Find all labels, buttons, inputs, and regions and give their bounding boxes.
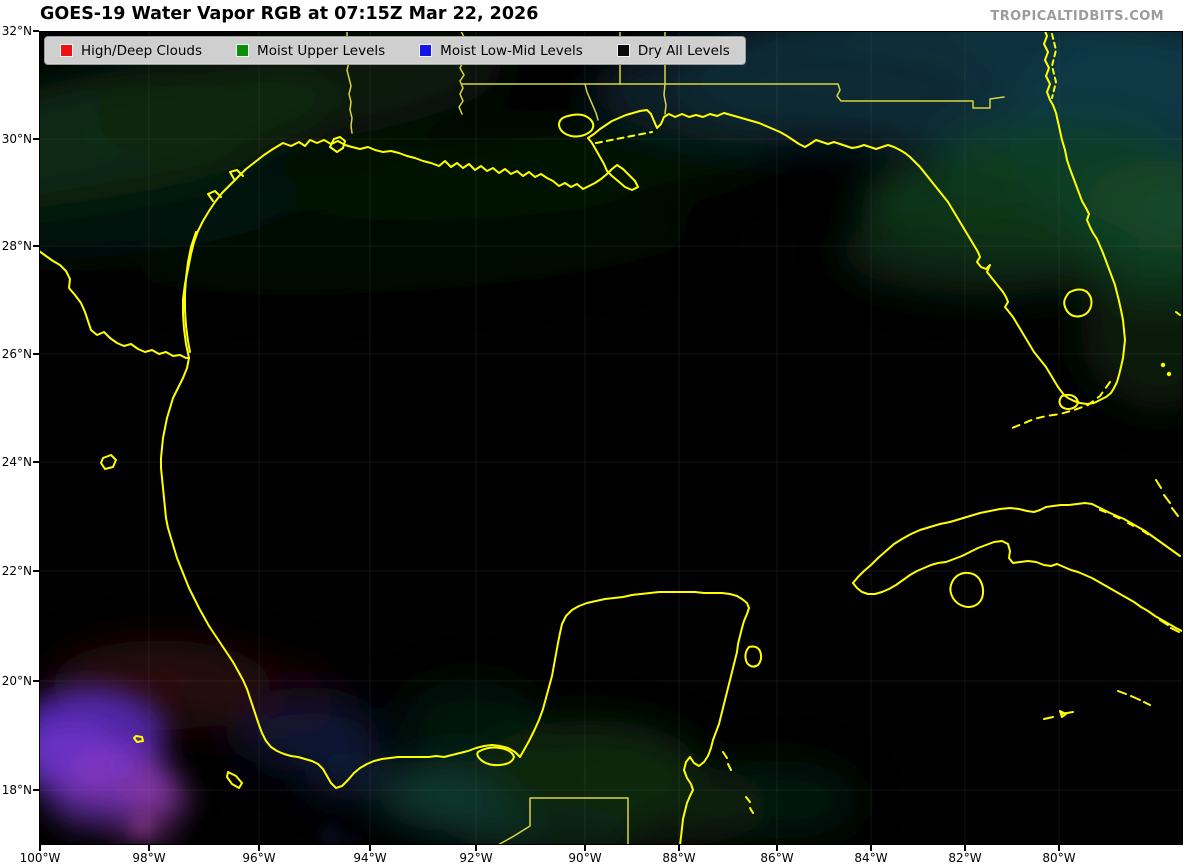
lat-tick-label: 20°N (1, 674, 32, 688)
lon-tick-mark (258, 845, 260, 851)
lat-tick-mark (33, 789, 39, 791)
lat-tick-mark (33, 461, 39, 463)
lat-tick-label: 32°N (1, 24, 32, 38)
lon-tick-mark (148, 845, 150, 851)
lon-tick-label: 84°W (854, 851, 888, 865)
lat-tick-mark (33, 30, 39, 32)
lon-tick-mark (678, 845, 680, 851)
legend-swatch-icon (60, 44, 73, 57)
legend-item-2: Moist Low-Mid Levels (419, 43, 583, 59)
legend-label: Moist Upper Levels (257, 42, 386, 59)
lat-tick-label: 30°N (1, 132, 32, 146)
lat-tick-label: 18°N (1, 783, 32, 797)
lat-tick-mark (33, 353, 39, 355)
lat-tick-mark (33, 680, 39, 682)
legend-label: Moist Low-Mid Levels (440, 42, 583, 59)
lat-tick-mark (33, 138, 39, 140)
lon-tick-label: 90°W (568, 851, 602, 865)
lon-tick-mark (475, 845, 477, 851)
lon-tick-label: 96°W (242, 851, 276, 865)
lat-tick-mark (33, 245, 39, 247)
lon-tick-mark (964, 845, 966, 851)
color-legend: High/Deep Clouds Moist Upper Levels Moist … (44, 36, 746, 65)
legend-item-3: Dry All Levels (616, 42, 730, 59)
lat-tick-label: 22°N (1, 564, 32, 578)
lon-tick-mark (584, 845, 586, 851)
legend-label: High/Deep Clouds (81, 42, 203, 59)
lon-tick-label: 80°W (1042, 851, 1076, 865)
satellite-map[interactable] (39, 31, 1183, 845)
lon-tick-mark (776, 845, 778, 851)
lat-tick-mark (33, 570, 39, 572)
lon-tick-mark (39, 845, 41, 851)
lon-tick-label: 82°W (948, 851, 982, 865)
legend-item-0: High/Deep Clouds (60, 43, 202, 59)
lon-tick-mark (870, 845, 872, 851)
lon-tick-label: 88°W (662, 851, 696, 865)
watermark: TROPICALTIDBITS.COM (990, 9, 1164, 24)
legend-swatch-icon (236, 44, 250, 57)
page-title: GOES-19 Water Vapor RGB at 07:15Z Mar 22… (40, 4, 539, 24)
lon-tick-label: 98°W (132, 851, 166, 865)
satellite-map-svg (39, 31, 1183, 845)
lat-tick-label: 24°N (1, 455, 32, 469)
legend-label: Dry All Levels (637, 42, 730, 59)
lon-tick-label: 100°W (19, 851, 61, 865)
legend-swatch-icon (616, 44, 630, 57)
legend-item-1: Moist Upper Levels (236, 43, 385, 59)
lon-tick-mark (1058, 845, 1060, 851)
lon-tick-label: 92°W (459, 851, 493, 865)
lon-tick-label: 86°W (760, 851, 794, 865)
goes-satellite-viewer: GOES-19 Water Vapor RGB at 07:15Z Mar 22… (0, 0, 1200, 867)
lat-tick-label: 28°N (1, 239, 32, 253)
lon-tick-label: 94°W (353, 851, 387, 865)
lon-tick-mark (369, 845, 371, 851)
lat-tick-label: 26°N (1, 347, 32, 361)
legend-swatch-icon (419, 44, 433, 57)
